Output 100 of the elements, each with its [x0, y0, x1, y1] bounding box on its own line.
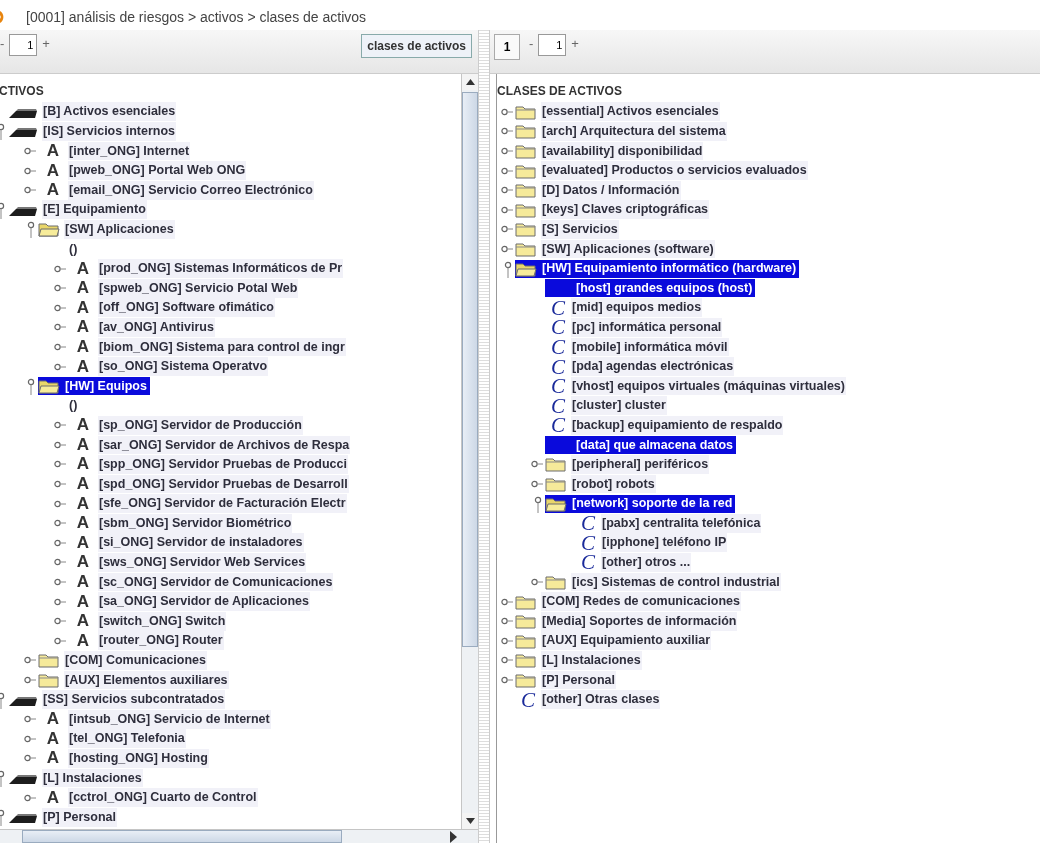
- tree-node[interactable]: A [cctrol_ONG] Cuarto de Control: [38, 788, 260, 807]
- tree-node[interactable]: [P] Personal: [8, 808, 119, 827]
- tree-node[interactable]: C [other] Otras clases: [515, 690, 663, 709]
- collapse-handle[interactable]: [501, 204, 513, 215]
- collapse-handle[interactable]: [501, 185, 513, 196]
- collapse-handle[interactable]: [54, 322, 66, 333]
- collapse-handle[interactable]: [501, 635, 513, 646]
- tree-node[interactable]: [B] Activos esenciales: [8, 102, 179, 121]
- collapse-handle[interactable]: [54, 263, 66, 274]
- tree-node[interactable]: [Media] Soportes de información: [515, 612, 740, 631]
- collapse-handle[interactable]: [54, 616, 66, 627]
- asset-classes-button[interactable]: clases de activos: [361, 34, 472, 58]
- tree-node[interactable]: [L] Instalaciones: [515, 651, 644, 670]
- collapse-handle[interactable]: [54, 341, 66, 352]
- tree-node[interactable]: A [email_ONG] Servicio Correo Electrónico: [38, 181, 316, 200]
- tree-node[interactable]: [E] Equipamiento: [8, 200, 149, 219]
- collapse-handle[interactable]: [501, 675, 513, 685]
- collapse-handle[interactable]: [501, 126, 513, 137]
- tree-node[interactable]: A [tel_ONG] Telefonia: [38, 729, 188, 748]
- page-field[interactable]: 1: [9, 34, 38, 56]
- collapse-handle[interactable]: [54, 420, 66, 431]
- collapse-handle[interactable]: [24, 733, 36, 744]
- collapse-handle[interactable]: [531, 479, 543, 490]
- expand-handle[interactable]: [26, 220, 36, 239]
- tree-node[interactable]: A [prod_ONG] Sistemas Informáticos de Pr: [68, 259, 346, 278]
- tree-node[interactable]: [AUX] Elementos auxiliares: [38, 671, 231, 689]
- horizontal-scrollbar-thumb[interactable]: [22, 830, 342, 843]
- expand-handle[interactable]: [503, 259, 513, 278]
- collapse-handle[interactable]: [501, 596, 513, 607]
- collapse-handle[interactable]: [54, 577, 66, 588]
- tree-node[interactable]: A [sws_ONG] Servidor Web Services: [68, 553, 309, 572]
- collapse-handle[interactable]: [54, 459, 66, 470]
- page-field[interactable]: 1: [538, 34, 567, 56]
- tree-node[interactable]: C [vhost] equipos virtuales (máquinas virtuales): [545, 377, 848, 396]
- tree-node[interactable]: [ics] Sistemas de control industrial: [545, 573, 783, 592]
- collapse-handle[interactable]: [54, 537, 66, 548]
- horizontal-scrollbar[interactable]: [0, 829, 478, 843]
- collapse-handle[interactable]: [24, 165, 36, 176]
- tree-node[interactable]: A [router_ONG] Router: [68, 631, 226, 650]
- tree-node[interactable]: A [spweb_ONG] Servicio Potal Web: [68, 279, 301, 298]
- tree-node[interactable]: [robot] robots: [545, 475, 658, 494]
- tree-node[interactable]: (): [68, 396, 81, 415]
- tree-node[interactable]: A [sfe_ONG] Servidor de Facturación Electr: [68, 494, 349, 513]
- collapse-handle[interactable]: [501, 165, 513, 176]
- collapse-handle[interactable]: [531, 459, 543, 470]
- collapse-handle[interactable]: [501, 146, 513, 156]
- tree-node[interactable]: [COM] Comunicaciones: [38, 651, 209, 670]
- tree-node[interactable]: [AUX] Equipamiento auxiliar: [515, 631, 714, 650]
- collapse-handle[interactable]: [54, 283, 66, 294]
- tree-node[interactable]: A [sp_ONG] Servidor de Producción: [68, 416, 305, 435]
- tree-node[interactable]: A [hosting_ONG] Hosting: [38, 749, 211, 768]
- collapse-handle[interactable]: [24, 753, 36, 764]
- tree-node[interactable]: A [biom_ONG] Sistema para control de ingr: [68, 337, 348, 356]
- tree-node[interactable]: [SS] Servicios subcontratados: [8, 690, 228, 709]
- expand-handle[interactable]: [26, 377, 36, 396]
- tree-node[interactable]: A [inter_ONG] Internet: [38, 142, 193, 160]
- tree-node[interactable]: C [pc] informática personal: [545, 318, 725, 337]
- tree-node[interactable]: C [mobile] informática móvil: [545, 337, 731, 356]
- tree-node[interactable]: [IS] Servicios internos: [8, 122, 178, 141]
- tree-node[interactable]: C [ipphone] teléfono IP: [575, 533, 730, 552]
- tree-node[interactable]: [keys] Claves criptográficas: [515, 200, 712, 219]
- tree-node[interactable]: C [pabx] centralita telefónica: [575, 514, 764, 533]
- expand-handle[interactable]: [533, 494, 543, 513]
- tree-node[interactable]: [S] Servicios: [515, 220, 621, 239]
- tree-node[interactable]: A [pweb_ONG] Portal Web ONG: [38, 161, 249, 180]
- tree-node[interactable]: A [spd_ONG] Servidor Pruebas de Desarroll: [68, 475, 351, 494]
- increment-button[interactable]: +: [37, 34, 55, 54]
- collapse-handle[interactable]: [54, 479, 66, 490]
- collapse-handle[interactable]: [501, 106, 513, 117]
- tree-node[interactable]: A [sa_ONG] Servidor de Aplicaciones: [68, 592, 313, 611]
- collapse-handle[interactable]: [54, 439, 66, 450]
- tree-node[interactable]: A [switch_ONG] Switch: [68, 612, 229, 631]
- collapse-handle[interactable]: [24, 655, 36, 666]
- tree-node[interactable]: [L] Instalaciones: [8, 769, 145, 787]
- collapse-handle[interactable]: [501, 243, 513, 254]
- collapse-handle[interactable]: [501, 655, 513, 666]
- tree-node[interactable]: A [intsub_ONG] Servicio de Internet: [38, 710, 273, 729]
- tree-node[interactable]: [peripheral] periféricos: [545, 455, 712, 474]
- tree-node[interactable]: [essential] Activos esenciales: [515, 102, 722, 121]
- collapse-handle[interactable]: [24, 146, 36, 156]
- tree-node[interactable]: (): [68, 239, 81, 258]
- tree-node[interactable]: A [spp_ONG] Servidor Pruebas de Producci: [68, 455, 350, 474]
- collapse-handle[interactable]: [54, 498, 66, 509]
- tree-node[interactable]: A [si_ONG] Servidor de instaladores: [68, 533, 306, 552]
- collapse-handle[interactable]: [54, 557, 66, 568]
- tree-node[interactable]: A [sbm_ONG] Servidor Biométrico: [68, 514, 295, 533]
- tree-node[interactable]: A [av_ONG] Antivirus: [68, 318, 217, 337]
- collapse-handle[interactable]: [501, 224, 513, 235]
- collapse-handle[interactable]: [54, 361, 66, 372]
- tree-node[interactable]: [SW] Aplicaciones: [38, 220, 177, 239]
- tree-node[interactable]: [P] Personal: [515, 671, 618, 689]
- tree-node[interactable]: [D] Datos / Información: [515, 181, 683, 200]
- tree-node[interactable]: [data] que almacena datos: [545, 435, 736, 454]
- scroll-down-icon[interactable]: [462, 813, 478, 829]
- collapse-handle[interactable]: [531, 577, 543, 588]
- tree-node[interactable]: C [other] otros ...: [575, 553, 694, 572]
- tree-node[interactable]: [SW] Aplicaciones (software): [515, 239, 717, 258]
- decrement-button[interactable]: -: [524, 34, 539, 54]
- decrement-button[interactable]: -: [0, 34, 10, 54]
- collapse-handle[interactable]: [24, 675, 36, 685]
